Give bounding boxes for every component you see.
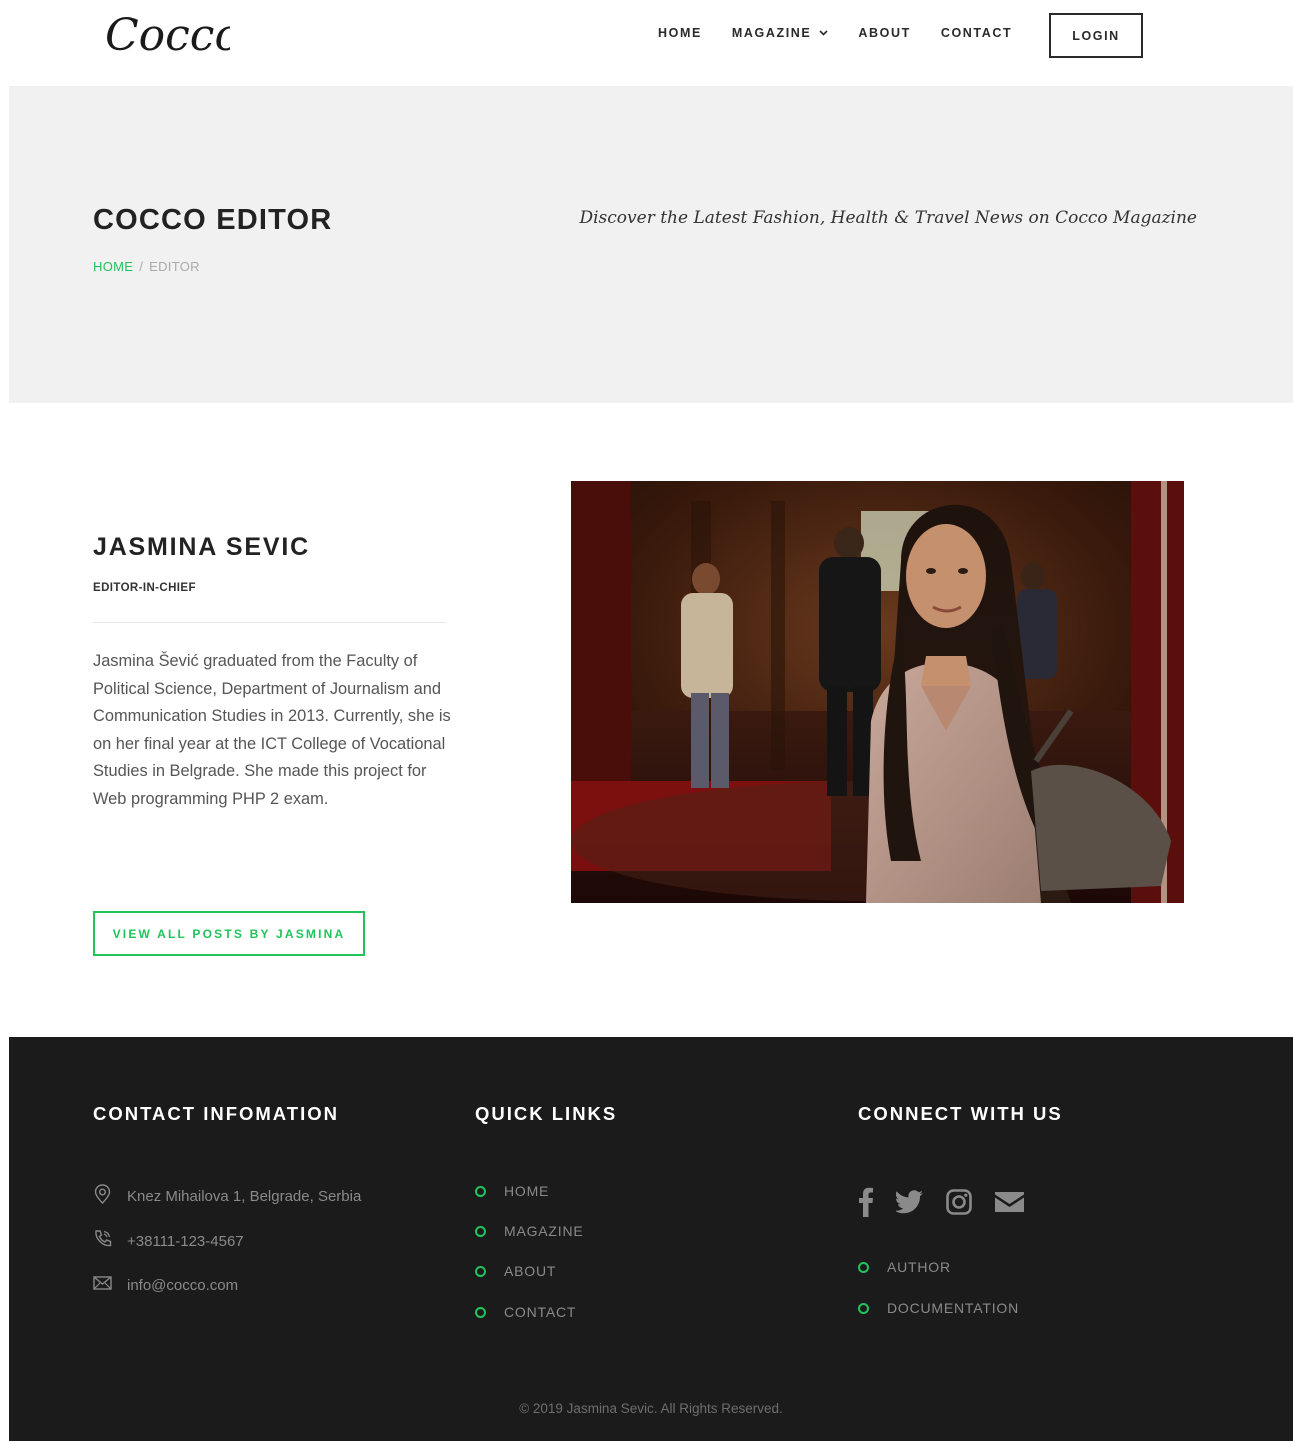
social-links bbox=[858, 1187, 1047, 1217]
instagram-icon[interactable] bbox=[946, 1189, 972, 1215]
chevron-down-icon bbox=[819, 28, 828, 38]
ring-bullet-icon bbox=[475, 1185, 486, 1197]
editor-name: JASMINA SEVIC bbox=[93, 533, 310, 561]
ring-bullet-icon bbox=[858, 1261, 869, 1273]
breadcrumb: HOME / EDITOR bbox=[93, 259, 200, 274]
phone-icon bbox=[93, 1229, 127, 1253]
footer-link-documentation[interactable]: DOCUMENTATION bbox=[858, 1300, 1019, 1316]
twitter-icon[interactable] bbox=[896, 1190, 924, 1214]
footer-address: Knez Mihailova 1, Belgrade, Serbia bbox=[93, 1184, 361, 1208]
breadcrumb-separator: / bbox=[139, 259, 144, 274]
footer-link-author[interactable]: AUTHOR bbox=[858, 1259, 951, 1275]
ring-bullet-icon bbox=[475, 1306, 486, 1318]
page-hero: COCCO EDITOR HOME / EDITOR Discover the La… bbox=[9, 86, 1293, 403]
location-pin-icon bbox=[93, 1184, 127, 1208]
footer-email[interactable]: info@cocco.com bbox=[93, 1275, 238, 1295]
footer-link-about[interactable]: ABOUT bbox=[475, 1263, 556, 1279]
facebook-icon[interactable] bbox=[858, 1187, 874, 1217]
copyright: © 2019 Jasmina Sevic. All Rights Reserve… bbox=[519, 1401, 783, 1416]
site-header: Cocco HOME MAGAZINE ABOUT CONTACT LOGIN bbox=[0, 0, 1293, 86]
ring-bullet-icon bbox=[475, 1225, 486, 1237]
footer-quick-links-heading: QUICK LINKS bbox=[475, 1103, 618, 1124]
editor-photo bbox=[571, 481, 1184, 903]
email-icon[interactable] bbox=[994, 1190, 1025, 1214]
nav-home[interactable]: HOME bbox=[658, 26, 702, 40]
ring-bullet-icon bbox=[475, 1265, 486, 1277]
envelope-icon bbox=[93, 1275, 127, 1295]
login-button[interactable]: LOGIN bbox=[1049, 13, 1143, 58]
nav-magazine[interactable]: MAGAZINE bbox=[732, 26, 828, 40]
view-all-posts-button[interactable]: VIEW ALL POSTS BY JASMINA bbox=[93, 911, 365, 956]
footer-link-contact[interactable]: CONTACT bbox=[475, 1304, 576, 1320]
svg-text:Cocco: Cocco bbox=[105, 10, 230, 61]
ring-bullet-icon bbox=[858, 1302, 869, 1314]
divider bbox=[93, 622, 446, 623]
footer-link-magazine[interactable]: MAGAZINE bbox=[475, 1223, 584, 1239]
footer-phone: +38111-123-4567 bbox=[93, 1229, 244, 1253]
nav-contact[interactable]: CONTACT bbox=[941, 26, 1012, 40]
editor-role: EDITOR-IN-CHIEF bbox=[93, 582, 196, 594]
breadcrumb-current: EDITOR bbox=[149, 259, 200, 274]
main-nav: HOME MAGAZINE ABOUT CONTACT bbox=[658, 26, 1042, 40]
nav-about[interactable]: ABOUT bbox=[858, 26, 910, 40]
editor-bio: Jasmina Šević graduated from the Faculty… bbox=[93, 652, 451, 808]
site-footer: CONTACT INFOMATION Knez Mihailova 1, Bel… bbox=[9, 1037, 1293, 1441]
footer-link-home[interactable]: HOME bbox=[475, 1183, 549, 1199]
footer-connect-heading: CONNECT WITH US bbox=[858, 1103, 1063, 1124]
hero-tagline: Discover the Latest Fashion, Health & Tr… bbox=[579, 208, 1197, 228]
page-title: COCCO EDITOR bbox=[93, 204, 333, 236]
footer-contact-heading: CONTACT INFOMATION bbox=[93, 1103, 339, 1124]
breadcrumb-home[interactable]: HOME bbox=[93, 259, 133, 274]
site-logo[interactable]: Cocco bbox=[100, 6, 241, 62]
